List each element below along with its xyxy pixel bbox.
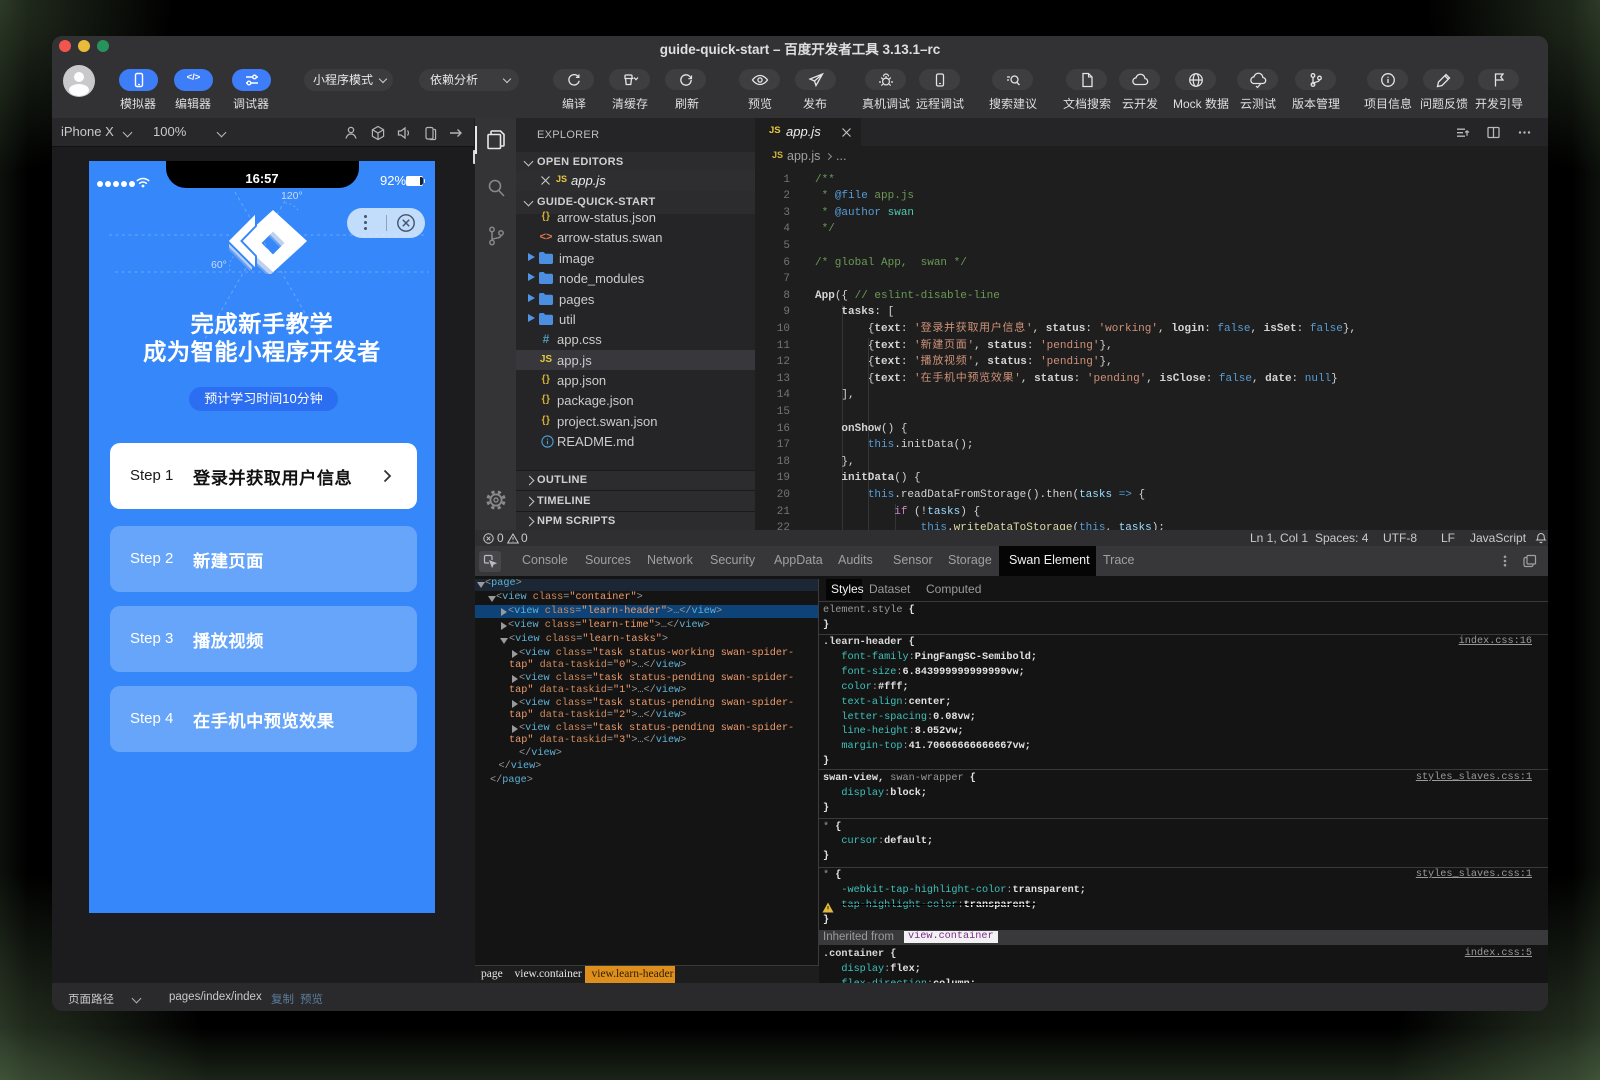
svg-text:60°: 60° [211,259,227,271]
svg-text:120°: 120° [281,190,303,202]
